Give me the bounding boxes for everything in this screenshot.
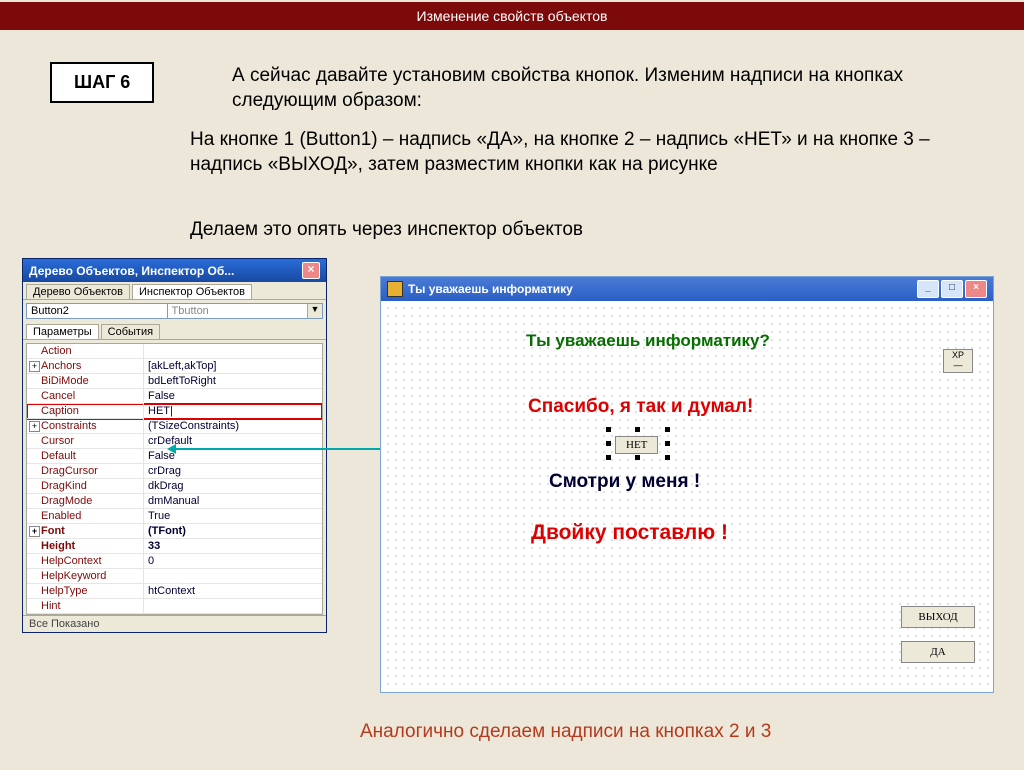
property-value[interactable]: [akLeft,akTop] bbox=[144, 359, 322, 374]
paragraph-2: На кнопке 1 (Button1) – надпись «ДА», на… bbox=[190, 128, 980, 177]
app-icon bbox=[387, 281, 403, 297]
tab-object-inspector[interactable]: Инспектор Объектов bbox=[132, 284, 252, 299]
inspector-titlebar[interactable]: Дерево Объектов, Инспектор Об... × bbox=[23, 259, 326, 282]
property-name: Constraints+ bbox=[27, 419, 144, 434]
tab-properties[interactable]: Параметры bbox=[26, 324, 99, 339]
property-row[interactable]: HelpContext0 bbox=[27, 554, 322, 569]
arrow-annotation bbox=[170, 448, 390, 450]
maximize-icon[interactable]: □ bbox=[941, 280, 963, 298]
object-class: Tbutton bbox=[168, 304, 308, 318]
property-row[interactable]: BiDiModebdLeftToRight bbox=[27, 374, 322, 389]
label-question[interactable]: Ты уважаешь информатику? bbox=[526, 331, 770, 351]
property-value[interactable]: 0 bbox=[144, 554, 322, 569]
property-value[interactable]: 33 bbox=[144, 539, 322, 554]
label-two[interactable]: Двойку поставлю ! bbox=[531, 521, 728, 545]
property-name: Cancel bbox=[27, 389, 144, 404]
property-value[interactable]: htContext bbox=[144, 584, 322, 599]
chevron-down-icon[interactable]: ▼ bbox=[307, 304, 322, 318]
slide-title: Изменение свойств объектов bbox=[0, 2, 1024, 30]
footer-text: Аналогично сделаем надписи на кнопках 2 … bbox=[360, 720, 960, 745]
property-row[interactable]: Font+(TFont) bbox=[27, 524, 322, 539]
property-name: HelpKeyword bbox=[27, 569, 144, 584]
step-badge: ШАГ 6 bbox=[50, 62, 154, 103]
button-da[interactable]: ДА bbox=[901, 641, 975, 663]
xp-manifest-icon[interactable]: XP— bbox=[943, 349, 973, 373]
form-canvas[interactable]: XP— Ты уважаешь информатику? Спасибо, я … bbox=[381, 301, 993, 691]
property-row[interactable]: EnabledTrue bbox=[27, 509, 322, 524]
object-name: Button2 bbox=[27, 304, 168, 318]
property-row[interactable]: Height33 bbox=[27, 539, 322, 554]
property-name: Enabled bbox=[27, 509, 144, 524]
property-value[interactable]: (TFont) bbox=[144, 524, 322, 539]
property-value[interactable] bbox=[144, 344, 322, 359]
property-value[interactable]: crDrag bbox=[144, 464, 322, 479]
property-name: HelpContext bbox=[27, 554, 144, 569]
tab-object-tree[interactable]: Дерево Объектов bbox=[26, 284, 130, 299]
property-row[interactable]: Anchors+[akLeft,akTop] bbox=[27, 359, 322, 374]
property-name: DragMode bbox=[27, 494, 144, 509]
property-name: Anchors+ bbox=[27, 359, 144, 374]
property-value[interactable] bbox=[144, 569, 322, 584]
property-row[interactable]: DragCursorcrDrag bbox=[27, 464, 322, 479]
property-row[interactable]: HelpTypehtContext bbox=[27, 584, 322, 599]
property-value[interactable]: dmManual bbox=[144, 494, 322, 509]
property-value[interactable] bbox=[144, 599, 322, 614]
property-row[interactable]: CancelFalse bbox=[27, 389, 322, 404]
property-row[interactable]: DragModedmManual bbox=[27, 494, 322, 509]
form-designer-window: Ты уважаешь информатику _ □ × XP— Ты ува… bbox=[380, 276, 994, 693]
form-title-text: Ты уважаешь информатику bbox=[408, 282, 915, 296]
property-name: DragCursor bbox=[27, 464, 144, 479]
property-row[interactable]: DragKinddkDrag bbox=[27, 479, 322, 494]
property-name: Hint bbox=[27, 599, 144, 614]
property-row[interactable]: Constraints+(TSizeConstraints) bbox=[27, 419, 322, 434]
property-name: Action bbox=[27, 344, 144, 359]
property-value[interactable]: НЕТ| bbox=[144, 404, 322, 419]
property-name: DragKind bbox=[27, 479, 144, 494]
paragraph-3: Делаем это опять через инспектор объекто… bbox=[190, 218, 970, 243]
close-icon[interactable]: × bbox=[302, 262, 320, 279]
property-row[interactable]: CaptionНЕТ| bbox=[27, 404, 322, 419]
property-value[interactable]: True bbox=[144, 509, 322, 524]
expand-icon[interactable]: + bbox=[29, 421, 40, 432]
property-grid[interactable]: ActionAnchors+[akLeft,akTop]BiDiModebdLe… bbox=[26, 343, 323, 615]
close-icon[interactable]: × bbox=[965, 280, 987, 298]
inspector-title-text: Дерево Объектов, Инспектор Об... bbox=[29, 264, 302, 278]
property-name: Font+ bbox=[27, 524, 144, 539]
property-value[interactable]: dkDrag bbox=[144, 479, 322, 494]
form-titlebar[interactable]: Ты уважаешь информатику _ □ × bbox=[381, 277, 993, 301]
property-name: Cursor bbox=[27, 434, 144, 449]
property-name: BiDiMode bbox=[27, 374, 144, 389]
property-name: HelpType bbox=[27, 584, 144, 599]
button-exit[interactable]: ВЫХОД bbox=[901, 606, 975, 628]
property-row[interactable]: HelpKeyword bbox=[27, 569, 322, 584]
selection-handles[interactable] bbox=[609, 430, 667, 457]
property-name: Caption bbox=[27, 404, 144, 419]
property-name: Default bbox=[27, 449, 144, 464]
object-selector[interactable]: Button2 Tbutton ▼ bbox=[26, 303, 323, 319]
property-value[interactable]: (TSizeConstraints) bbox=[144, 419, 322, 434]
property-name: Height bbox=[27, 539, 144, 554]
all-shown-label: Все Показано bbox=[23, 615, 326, 632]
label-look[interactable]: Смотри у меня ! bbox=[549, 471, 700, 493]
property-row[interactable]: Action bbox=[27, 344, 322, 359]
property-value[interactable]: bdLeftToRight bbox=[144, 374, 322, 389]
property-row[interactable]: Hint bbox=[27, 599, 322, 614]
expand-icon[interactable]: + bbox=[29, 526, 40, 537]
minimize-icon[interactable]: _ bbox=[917, 280, 939, 298]
tab-events[interactable]: События bbox=[101, 324, 160, 339]
property-value[interactable]: False bbox=[144, 389, 322, 404]
label-thanks[interactable]: Спасибо, я так и думал! bbox=[528, 396, 753, 418]
expand-icon[interactable]: + bbox=[29, 361, 40, 372]
paragraph-1: А сейчас давайте установим свойства кноп… bbox=[232, 64, 972, 113]
